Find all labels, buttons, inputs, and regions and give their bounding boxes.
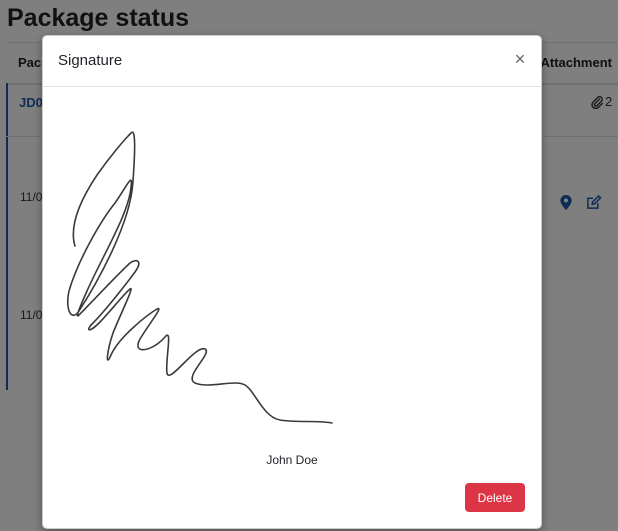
signer-name: John Doe [266,453,318,467]
signature-image [66,131,333,424]
modal-header: Signature × [43,36,541,87]
signature-modal: Signature × John Doe Delete [42,35,542,529]
close-icon[interactable]: × [511,50,529,68]
modal-title: Signature [58,52,123,69]
delete-button[interactable]: Delete [465,483,525,512]
